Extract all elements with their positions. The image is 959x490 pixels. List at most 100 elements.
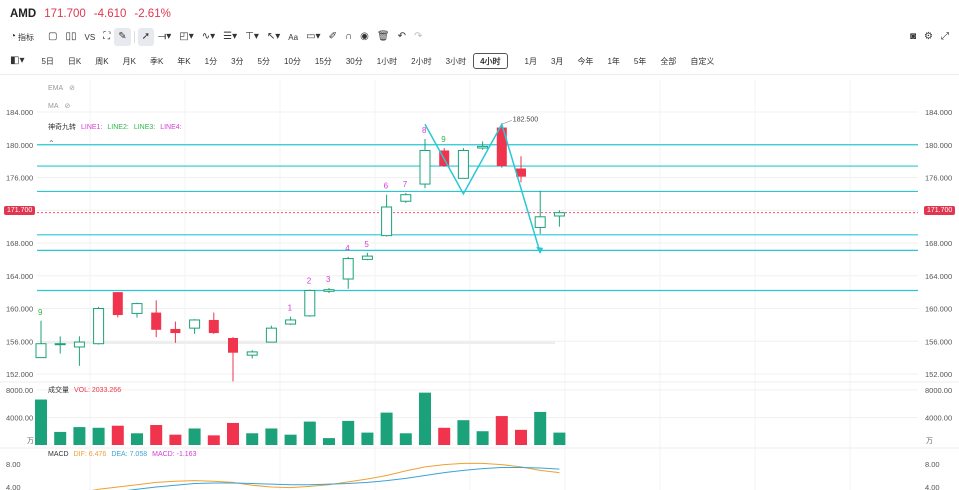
period-6[interactable]: 1分 (198, 53, 224, 69)
td-sequence-label: 1 (288, 304, 293, 313)
volume-bar (131, 433, 143, 445)
candle-body (93, 308, 105, 345)
candle-body (228, 337, 238, 353)
period-11[interactable]: 30分 (339, 53, 370, 69)
period-17[interactable]: 3月 (544, 53, 570, 69)
volume-tick-label-right: 4000.00 (925, 413, 952, 422)
main-chart-svg[interactable]: 184.000 184.000 180.000 180.000 176.000 176.0… (0, 75, 959, 490)
period-12[interactable]: 1小时 (370, 53, 404, 69)
period-22[interactable]: 自定义 (683, 53, 721, 69)
period-4[interactable]: 季K (143, 53, 170, 69)
volume-unit-left: 万 (27, 438, 34, 445)
volume-value: VOL: 2033.266 (74, 386, 122, 394)
compare-icon: ⛶ (103, 31, 111, 42)
period-18[interactable]: 今年 (570, 53, 600, 69)
square-button[interactable]: ▢ (44, 28, 61, 46)
period-8[interactable]: 5分 (251, 53, 277, 69)
period-3[interactable]: 月K (116, 53, 143, 69)
scroll-band (41, 341, 555, 344)
layout-icon: ◧▾ (10, 55, 25, 66)
ema-toggle[interactable]: EMA ⊘ (48, 84, 75, 93)
undo-button[interactable]: ↶ (394, 28, 410, 46)
macd-title: MACD (48, 451, 69, 458)
period-selector: ◧▾ 5日 日K 周K 月K 季K 年K 1分 3分 5分 10分 15分 30分 1小时 2小时 3小时 4… (0, 52, 959, 70)
price-tick-label-left: 176.000 (6, 174, 33, 183)
text-tool-button[interactable]: Aa (284, 28, 302, 46)
td-sequence-label: 3 (326, 275, 331, 284)
price-tick-label-right: 160.000 (925, 305, 952, 314)
pen-button[interactable]: ✐ (325, 28, 341, 46)
drawing-toolbar: ◔ 指标 ▢ ▯▯ VS ⛶ ✎ ➚ ⟞▾ ◰▾ ∿▾ ☰▾ ⊤▾ ↖▾ Aa … (0, 27, 959, 47)
compare-button[interactable]: ⛶ (99, 28, 114, 46)
vs-label: VS (84, 32, 96, 42)
period-21[interactable]: 全部 (653, 53, 683, 69)
volume-bar (169, 434, 182, 445)
collapse-icon[interactable]: ⌃ (48, 139, 55, 148)
symbol-name: AMD (10, 8, 37, 20)
comment-button[interactable]: ▭▾ (302, 28, 324, 46)
volume-bar (35, 399, 47, 445)
line4-label: LINE4: (160, 123, 182, 131)
cursor-button[interactable]: ➚ (137, 28, 154, 46)
line3-label: LINE3: (133, 123, 156, 131)
macd-dif-line (91, 462, 560, 490)
period-13[interactable]: 2小时 (404, 53, 438, 69)
period-1[interactable]: 日K (61, 53, 88, 69)
pen-icon: ✐ (328, 31, 337, 42)
arrow-tool-button[interactable]: ↖▾ (263, 28, 284, 46)
settings-icon: ⚙ (924, 31, 933, 42)
period-7[interactable]: 3分 (224, 53, 250, 69)
period-2[interactable]: 周K (88, 53, 115, 69)
td-legend[interactable]: 神奇九转 LINE1: LINE2: LINE3: LINE4: (48, 122, 182, 132)
fib-tool-button[interactable]: ☰▾ (219, 28, 241, 46)
screenshot-button[interactable]: ◙ (906, 28, 920, 46)
period-20[interactable]: 5年 (627, 53, 653, 69)
price-tick-label-left: 180.000 (6, 141, 33, 150)
volume-bar (399, 433, 412, 445)
line2-label: LINE2: (107, 123, 129, 131)
volume-bar (284, 434, 297, 445)
period-9[interactable]: 10分 (277, 53, 308, 69)
measure-tool-button[interactable]: ⊤▾ (241, 28, 263, 46)
vs-button[interactable]: VS (81, 28, 100, 46)
volume-title: 成交量 (48, 387, 69, 394)
magnet-icon: ∩ (344, 31, 353, 42)
layout-button[interactable]: ◧▾ (6, 52, 28, 70)
period-15[interactable]: 4小时 (473, 53, 508, 69)
price-tick-label-left: 152.000 (6, 370, 33, 379)
candle-body (170, 328, 181, 334)
period-19[interactable]: 1年 (600, 53, 626, 69)
td-sequence-label: 6 (384, 182, 389, 191)
period-5[interactable]: 年K (170, 53, 197, 69)
trash-button[interactable]: 🗑 (373, 28, 394, 46)
candle-body (457, 149, 469, 179)
period-0[interactable]: 5日 (34, 53, 60, 69)
settings-button[interactable]: ⚙ (920, 28, 937, 46)
volume-bar (361, 432, 374, 445)
macd-tick-label-right: 4.00 (925, 483, 940, 490)
period-16[interactable]: 1月 (518, 53, 544, 69)
brush-button[interactable]: ✎ (114, 28, 131, 46)
pair-icon: ▯▯ (65, 31, 77, 42)
redo-button[interactable]: ↷ (410, 28, 426, 46)
td-sequence-label: 5 (364, 240, 369, 249)
line-tool-button[interactable]: ⟞▾ (154, 28, 175, 46)
rect-tool-button[interactable]: ◰▾ (175, 28, 197, 46)
peak-label: 182.500 (513, 116, 538, 123)
candle-body (151, 312, 162, 330)
volume-tick-label-left: 8000.00 (6, 386, 33, 395)
price-tick-label-left: 164.000 (6, 272, 33, 281)
period-10[interactable]: 15分 (308, 53, 339, 69)
macd-tick-label-left: 8.00 (6, 460, 21, 469)
price-tick-label-left: 168.000 (6, 239, 33, 248)
wave-tool-button[interactable]: ∿▾ (198, 28, 219, 46)
pair-button[interactable]: ▯▯ (62, 28, 81, 46)
period-14[interactable]: 3小时 (439, 53, 473, 69)
volume-bar (73, 427, 86, 445)
ma-toggle[interactable]: MA ⊘ (48, 102, 70, 111)
eye-button[interactable]: ◉ (356, 28, 373, 46)
magnet-button[interactable]: ∩ (341, 28, 356, 46)
price-change-pct: -2.61% (134, 8, 171, 20)
fullscreen-button[interactable]: ⤢ (937, 28, 953, 46)
indicators-button[interactable]: ◔ 指标 (6, 28, 38, 46)
